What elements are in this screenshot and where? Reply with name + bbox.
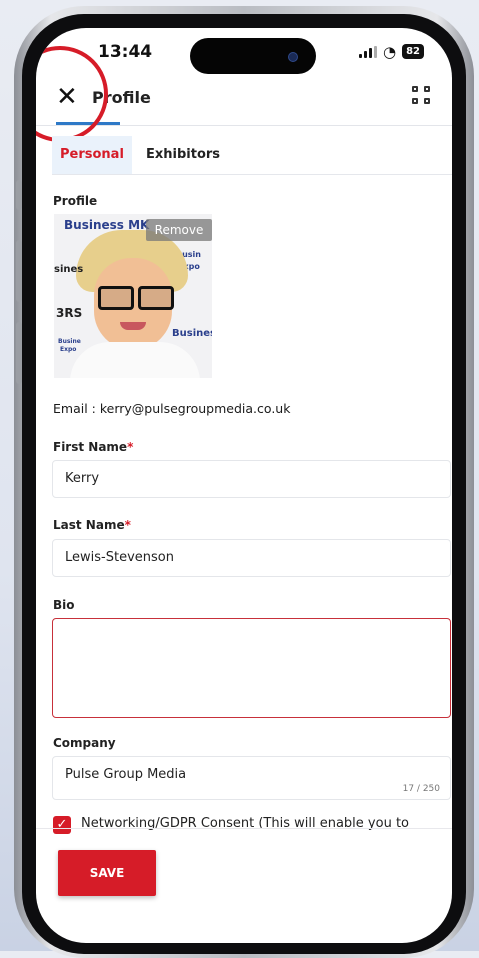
last-name-label-text: Last Name (53, 518, 125, 532)
glasses-icon (138, 286, 174, 310)
tab-personal[interactable]: Personal (52, 136, 132, 174)
first-name-field[interactable]: Kerry (52, 460, 451, 498)
company-label: Company (53, 736, 116, 750)
company-value: Pulse Group Media (65, 767, 187, 782)
last-name-field[interactable]: Lewis-Stevenson (52, 539, 451, 577)
last-name-value: Lewis-Stevenson (65, 550, 174, 565)
last-name-label: Last Name* (53, 518, 131, 532)
profile-tabs: Personal Exhibitors (52, 136, 452, 175)
consent-checkbox[interactable]: ✓ (53, 816, 71, 834)
dynamic-island (190, 38, 316, 74)
signal-icon (358, 45, 377, 58)
phone-volume-down (16, 322, 22, 384)
backdrop-text: sines (54, 264, 84, 275)
status-icons: ◔ 82 (358, 42, 424, 61)
save-button[interactable]: SAVE (58, 850, 156, 896)
first-name-value: Kerry (65, 471, 100, 486)
camera-dot (288, 52, 298, 62)
photo-shirt (70, 342, 200, 378)
battery-icon: 82 (402, 44, 424, 59)
tab-exhibitors[interactable]: Exhibitors (138, 136, 228, 174)
required-marker: * (124, 518, 131, 532)
status-time: 13:44 (98, 42, 153, 62)
qr-scan-icon[interactable] (412, 86, 430, 104)
company-field[interactable]: Pulse Group Media 17 / 250 (52, 756, 451, 800)
appbar-divider (36, 125, 452, 126)
phone-volume-up (16, 240, 22, 302)
remove-photo-button[interactable]: Remove (146, 219, 212, 241)
bio-textarea[interactable] (52, 618, 451, 718)
first-name-label-text: First Name (53, 440, 128, 454)
email-text: Email : kerry@pulsegroupmedia.co.uk (53, 401, 291, 416)
bio-label: Bio (53, 598, 75, 612)
phone-side-button (16, 180, 22, 210)
required-marker: * (127, 440, 134, 454)
wifi-icon: ◔ (382, 42, 397, 61)
first-name-label: First Name* (53, 440, 133, 454)
profile-label: Profile (53, 194, 98, 208)
backdrop-text: Busine (58, 338, 81, 345)
divider (36, 828, 452, 829)
app-screen: 13:44 ◔ 82 ✕ Profile Personal Exhibitors… (36, 28, 452, 943)
glasses-icon (98, 286, 134, 310)
char-counter: 17 / 250 (402, 784, 440, 794)
backdrop-text: 3RS (56, 306, 83, 320)
backdrop-text: Expo (60, 346, 77, 353)
backdrop-text: Business (172, 328, 212, 339)
photo-mouth (120, 322, 146, 330)
consent-row: ✓ Networking/GDPR Consent (This will ena… (53, 814, 452, 836)
